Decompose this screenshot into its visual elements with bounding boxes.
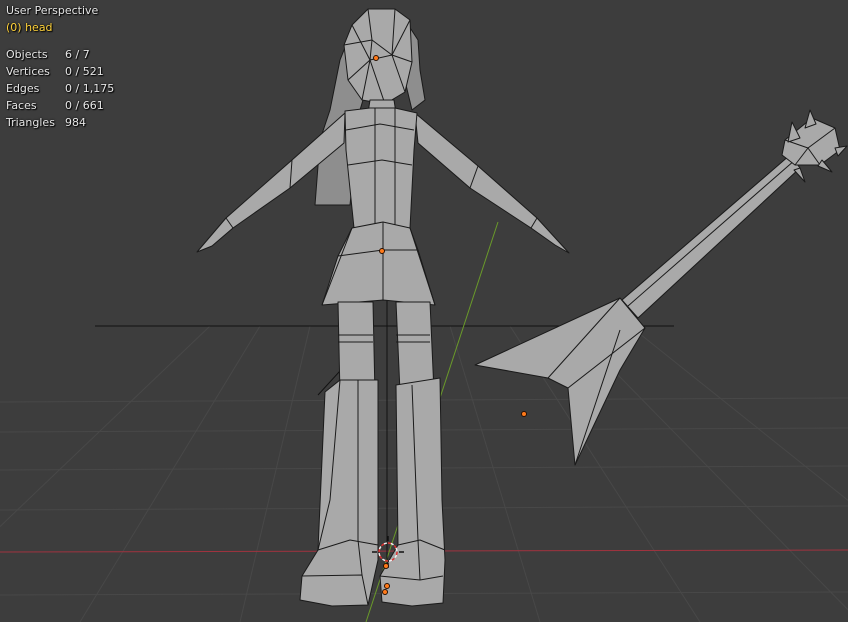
view-name-label: User Perspective (6, 4, 99, 17)
stats-value: 0 / 521 (65, 65, 104, 78)
guitar-mesh[interactable] (474, 109, 848, 466)
guitar-body-mesh (474, 297, 646, 466)
active-object-label: (0) head (6, 21, 53, 34)
leg-right-mesh (395, 301, 435, 393)
stats-value: 6 / 7 (65, 48, 90, 61)
stats-row-objects: Objects 6 / 7 (6, 46, 114, 63)
stats-label: Objects (6, 48, 48, 61)
origin-point-feet-3[interactable] (382, 589, 388, 595)
stats-label: Vertices (6, 65, 50, 78)
3d-viewport[interactable]: User Perspective (0) head Objects 6 / 7 … (0, 0, 848, 622)
stats-value: 0 / 1,175 (65, 82, 115, 95)
stats-value: 0 / 661 (65, 99, 104, 112)
stats-row-triangles: Triangles 984 (6, 114, 114, 131)
origin-point-guitar[interactable] (521, 411, 527, 417)
stats-row-faces: Faces 0 / 661 (6, 97, 114, 114)
boot-left-mesh (299, 379, 379, 607)
arm-right-mesh (414, 112, 570, 254)
stats-label: Faces (6, 99, 37, 112)
stats-row-vertices: Vertices 0 / 521 (6, 63, 114, 80)
character-mesh[interactable] (196, 8, 570, 607)
stats-label: Triangles (6, 116, 55, 129)
origin-point-skirt[interactable] (379, 248, 385, 254)
stats-value: 984 (65, 116, 86, 129)
viewport-text-overlay: User Perspective (0) head Objects 6 / 7 … (6, 2, 114, 131)
guitar-spike-4 (793, 167, 806, 183)
guitar-spike-5 (834, 145, 848, 157)
boot-right-mesh (379, 377, 446, 607)
origin-point-head[interactable] (373, 55, 379, 61)
skirt-mesh (321, 221, 436, 306)
viewport-scene[interactable] (0, 0, 848, 622)
origin-point-feet-2[interactable] (384, 583, 390, 589)
origin-point-feet-1[interactable] (383, 563, 389, 569)
stats-row-edges: Edges 0 / 1,175 (6, 80, 114, 97)
statistics-overlay: Objects 6 / 7 Vertices 0 / 521 Edges 0 /… (6, 46, 114, 131)
stats-label: Edges (6, 82, 40, 95)
torso-mesh (344, 107, 418, 237)
